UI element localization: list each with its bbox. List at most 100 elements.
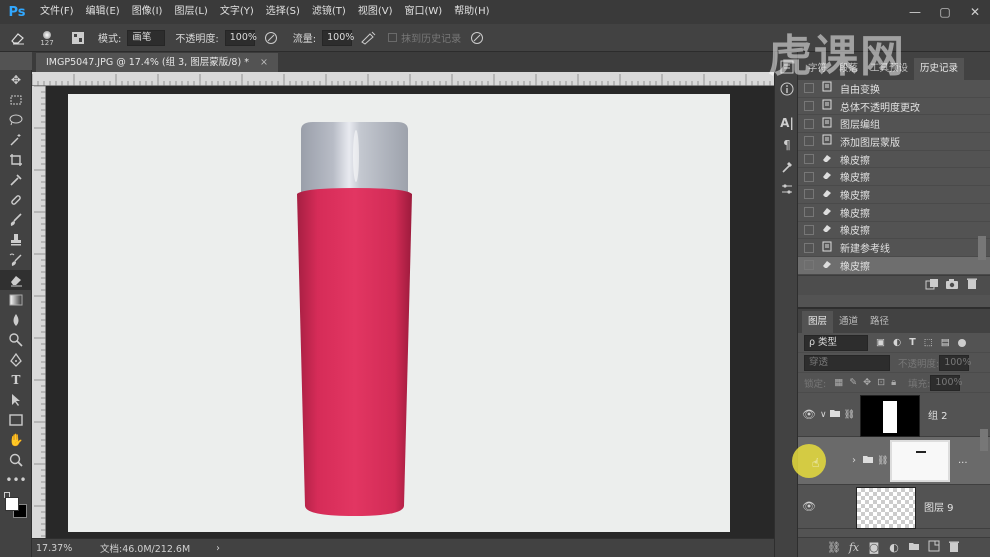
new-snapshot-icon[interactable]: [942, 278, 962, 293]
eraser-tool-preset-icon[interactable]: [8, 28, 28, 48]
add-mask-icon[interactable]: ◙: [864, 541, 884, 554]
filter-type-icon[interactable]: T: [909, 337, 915, 348]
menu-item-select[interactable]: 选择(S): [260, 0, 306, 24]
history-state-row[interactable]: 橡皮擦: [798, 168, 990, 187]
new-group-icon[interactable]: [904, 541, 924, 554]
blend-mode-select[interactable]: 穿透: [804, 354, 890, 371]
healing-brush-tool-icon[interactable]: [0, 190, 32, 210]
lock-position-icon[interactable]: ✥: [863, 377, 871, 388]
lock-artboard-icon[interactable]: ⊡: [877, 377, 885, 388]
brush-tool-icon[interactable]: [0, 210, 32, 230]
menu-item-edit[interactable]: 编辑(E): [80, 0, 126, 24]
brush-preset-picker[interactable]: 127: [32, 29, 62, 47]
history-state-row[interactable]: 自由变换: [798, 80, 990, 98]
filter-pixel-icon[interactable]: ▣: [876, 337, 885, 348]
layer-opacity-input[interactable]: 100%: [939, 354, 971, 371]
history-state-row[interactable]: 图层编组: [798, 115, 990, 134]
layer-row-group-3[interactable]: › ⛓︎ ...: [798, 437, 990, 485]
pen-tool-icon[interactable]: [0, 350, 32, 370]
history-source-checkbox[interactable]: [804, 136, 814, 147]
history-source-checkbox[interactable]: [804, 207, 814, 218]
opacity-input[interactable]: 100%: [224, 29, 257, 46]
filter-shape-icon[interactable]: ⬚: [924, 337, 933, 348]
flow-input[interactable]: 100%: [322, 29, 354, 46]
layer-name[interactable]: 组 2: [928, 407, 948, 422]
history-source-checkbox[interactable]: [804, 189, 814, 200]
history-state-row[interactable]: 橡皮擦: [798, 186, 990, 204]
link-layers-icon[interactable]: ⛓︎: [824, 541, 844, 554]
fill-input[interactable]: 100%: [930, 374, 963, 391]
vertical-ruler[interactable]: [32, 85, 46, 538]
layer-filter-select[interactable]: ρ 类型: [804, 334, 868, 351]
history-state-row[interactable]: 橡皮擦: [798, 222, 990, 240]
horizontal-ruler[interactable]: [31, 72, 774, 86]
clone-stamp-tool-icon[interactable]: [0, 230, 32, 250]
document-canvas[interactable]: [68, 94, 730, 532]
history-source-checkbox[interactable]: [804, 242, 814, 253]
group-expand-chevron-icon[interactable]: ∨: [820, 410, 827, 420]
mask-link-icon[interactable]: ⛓︎: [877, 456, 888, 466]
history-source-checkbox[interactable]: [804, 260, 814, 271]
layer-thumbnail[interactable]: [856, 487, 916, 529]
zoom-level[interactable]: 17.37%: [36, 543, 96, 554]
character-panel-icon[interactable]: A|: [775, 112, 799, 134]
history-state-row[interactable]: 新建参考线: [798, 239, 990, 257]
history-source-checkbox[interactable]: [804, 101, 814, 112]
menu-item-filter[interactable]: 滤镜(T): [306, 0, 352, 24]
menu-item-file[interactable]: 文件(F): [34, 0, 80, 24]
document-tab-close-icon[interactable]: ×: [260, 57, 268, 68]
layer-name[interactable]: ...: [958, 455, 968, 466]
pressure-opacity-icon[interactable]: [261, 28, 281, 48]
foreground-color-swatch[interactable]: [5, 497, 19, 511]
history-source-checkbox[interactable]: [804, 118, 814, 129]
menu-item-type[interactable]: 文字(Y): [214, 0, 260, 24]
rectangle-tool-icon[interactable]: [0, 410, 32, 430]
marquee-tool-icon[interactable]: [0, 90, 32, 110]
filter-adjustment-icon[interactable]: ◐: [893, 337, 901, 348]
layers-scrollbar[interactable]: [980, 429, 988, 451]
menu-item-layer[interactable]: 图层(L): [168, 0, 213, 24]
filter-smart-object-icon[interactable]: ▤: [941, 337, 950, 348]
pressure-size-icon[interactable]: [467, 28, 487, 48]
tab-paths[interactable]: 路径: [864, 311, 895, 333]
adjustments-panel-icon[interactable]: [775, 178, 799, 200]
history-state-row[interactable]: 橡皮擦: [798, 204, 990, 222]
history-source-checkbox[interactable]: [804, 171, 814, 182]
history-source-checkbox[interactable]: [804, 224, 814, 235]
path-selection-tool-icon[interactable]: [0, 390, 32, 410]
mode-select[interactable]: 画笔: [127, 29, 166, 46]
lock-transparent-icon[interactable]: ▦: [834, 377, 843, 388]
more-tools-icon[interactable]: •••: [0, 470, 32, 490]
history-brush-tool-icon[interactable]: [0, 250, 32, 270]
history-source-checkbox[interactable]: [804, 83, 814, 94]
layer-row-layer-9[interactable]: 👁︎ 图层 9: [798, 485, 990, 529]
airbrush-icon[interactable]: [358, 28, 378, 48]
dodge-tool-icon[interactable]: [0, 330, 32, 350]
menu-item-image[interactable]: 图像(I): [126, 0, 169, 24]
lock-all-icon[interactable]: 🔒︎: [891, 377, 896, 388]
layer-row-group-2[interactable]: 👁︎ ∨ ⛓︎ 组 2: [798, 393, 990, 437]
maximize-button[interactable]: ▢: [930, 0, 960, 24]
move-tool-icon[interactable]: ✥: [0, 70, 32, 90]
color-swatches[interactable]: [0, 490, 32, 526]
brush-panel-toggle-icon[interactable]: [68, 28, 88, 48]
group-collapse-chevron-icon[interactable]: ›: [852, 455, 856, 466]
history-state-row[interactable]: 添加图层蒙版: [798, 133, 990, 151]
photoshop-logo-icon[interactable]: Ps: [4, 2, 30, 22]
eyedropper-tool-icon[interactable]: [0, 170, 32, 190]
history-source-checkbox[interactable]: [804, 154, 814, 165]
filter-toggle-icon[interactable]: [957, 338, 966, 347]
type-tool-icon[interactable]: T: [0, 370, 32, 390]
layer-name[interactable]: 图层 9: [924, 499, 954, 514]
lock-pixels-icon[interactable]: ✎: [849, 377, 857, 388]
adjustment-layer-icon[interactable]: ◐: [884, 541, 904, 554]
blur-tool-icon[interactable]: [0, 310, 32, 330]
history-state-row[interactable]: 橡皮擦: [798, 151, 990, 169]
zoom-tool-icon[interactable]: [0, 450, 32, 470]
menu-item-window[interactable]: 窗口(W): [398, 0, 448, 24]
mask-link-icon[interactable]: ⛓︎: [844, 410, 855, 420]
status-menu-arrow-icon[interactable]: ›: [216, 543, 220, 554]
visibility-eye-icon[interactable]: 👁︎: [798, 500, 820, 513]
tab-channels[interactable]: 通道: [833, 311, 864, 333]
eraser-tool-icon[interactable]: [0, 270, 32, 290]
